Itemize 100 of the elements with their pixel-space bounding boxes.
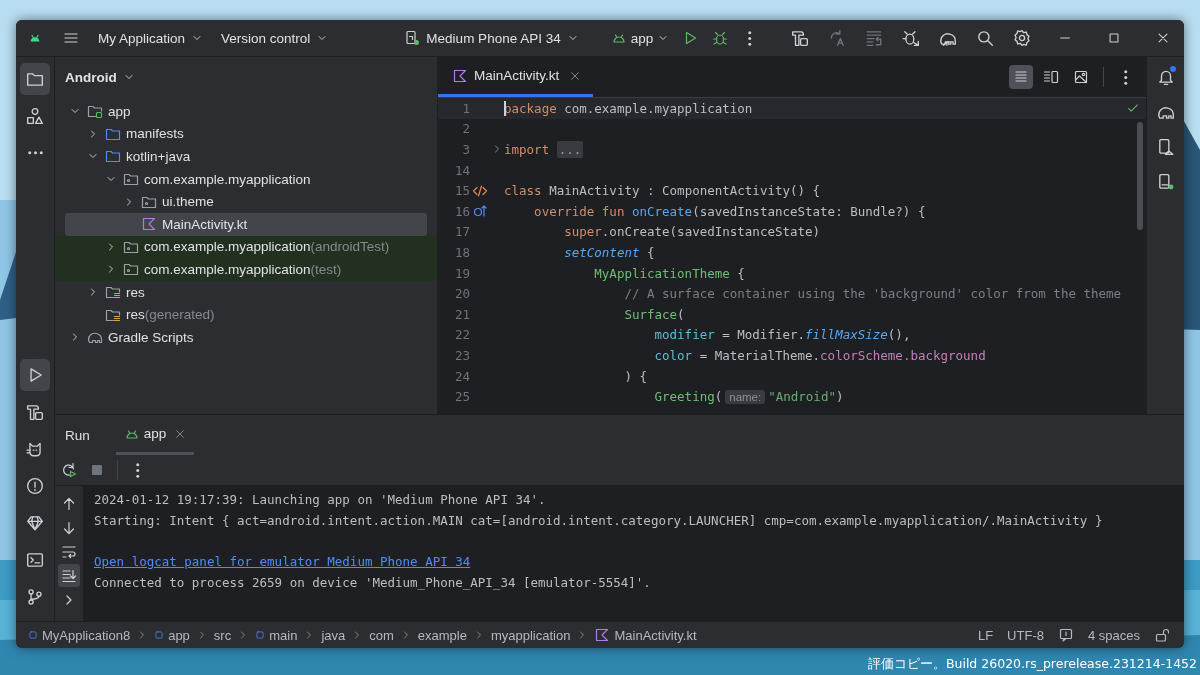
tree-item[interactable]: com.example.myapplication: [55, 167, 437, 191]
line-number: 20: [453, 286, 470, 302]
gem-icon: [26, 514, 44, 532]
package-icon: [123, 261, 139, 278]
kotlin-file-icon: [141, 216, 157, 233]
tree-item[interactable]: Gradle Scripts: [55, 325, 437, 349]
scrollbar[interactable]: [1137, 122, 1143, 230]
line-number: 15: [453, 183, 470, 199]
check-icon: [1126, 101, 1140, 115]
breadcrumb[interactable]: MyApplication8: [26, 627, 133, 643]
close-icon: [1156, 31, 1170, 45]
tree-item[interactable]: ui.theme: [55, 190, 437, 213]
line-number: 25: [453, 389, 470, 405]
module-folder-icon: [87, 103, 103, 120]
notification-badge: [1169, 66, 1176, 72]
more-icon: [748, 30, 752, 46]
run-configuration-menu[interactable]: app: [604, 24, 676, 52]
phone-icon: [404, 30, 421, 46]
phone-icon: [1156, 138, 1175, 156]
tree-item[interactable]: kotlin+java: [55, 145, 437, 168]
line-number: 22: [453, 327, 470, 343]
close-icon[interactable]: [174, 427, 187, 440]
cat-icon: [26, 440, 44, 458]
version-control-menu[interactable]: Version control: [215, 24, 335, 52]
line-number: 23: [453, 347, 470, 363]
split-view-icon: [1043, 69, 1059, 85]
module-icon: [154, 630, 165, 640]
tree-item[interactable]: manifests: [55, 122, 437, 146]
breadcrumb[interactable]: myapplication: [488, 627, 573, 643]
arrow-up-icon: [61, 495, 77, 512]
settings-icon: [1013, 29, 1031, 47]
tool-window-button[interactable]: [20, 63, 50, 95]
code-line: override fun onCreate(savedInstanceState: Bundle?) {: [533, 203, 926, 219]
device-menu[interactable]: Medium Phone API 34: [398, 24, 585, 52]
tree-item[interactable]: app: [55, 100, 437, 123]
git-branch-icon: [26, 588, 44, 606]
panel-title: Run: [65, 427, 90, 443]
logcat-link[interactable]: Open logcat panel for emulator Medium Phone API 34: [94, 554, 471, 570]
breadcrumb[interactable]: com: [367, 627, 396, 643]
breadcrumb[interactable]: src: [211, 627, 234, 643]
line-number: 14: [453, 162, 470, 178]
line-number: 2: [461, 121, 470, 137]
file-encoding[interactable]: UTF-8: [1007, 627, 1044, 643]
code-line: setContent {: [563, 244, 655, 260]
kotlin-file-icon: [594, 627, 611, 643]
line-number: 18: [453, 244, 470, 260]
breadcrumb[interactable]: example: [415, 627, 469, 643]
tree-item[interactable]: com.example.myapplication(androidTest): [55, 235, 437, 259]
console-tool-button[interactable]: [58, 564, 80, 587]
package-icon: [123, 171, 139, 188]
module-icon: [255, 630, 266, 640]
code-line: modifier = Modifier.fillMaxSize(),: [653, 327, 911, 343]
tree-item[interactable]: MainActivity.kt: [65, 212, 427, 236]
tree-item[interactable]: com.example.myapplication(test): [55, 258, 437, 281]
breadcrumb[interactable]: main: [253, 627, 300, 643]
maximize-icon: [1107, 31, 1121, 45]
line-number: 24: [453, 368, 470, 384]
bug-icon: [712, 30, 729, 46]
breadcrumb[interactable]: MainActivity.kt: [592, 627, 699, 643]
line-number: 19: [453, 265, 470, 281]
bell-icon: [1156, 68, 1175, 86]
code-line: Surface(: [623, 306, 685, 322]
terminal-icon: [26, 551, 44, 569]
hammer-icon: [26, 403, 44, 421]
close-icon[interactable]: [569, 69, 582, 82]
stop-icon: [89, 462, 105, 478]
search-icon: [976, 29, 994, 47]
project-menu[interactable]: My Application: [92, 24, 210, 52]
console-line: Connected to process 2659 on device 'Medium_Phone_API_34 [emulator-5554]'.: [94, 574, 651, 590]
scroll-to-end-icon: [61, 567, 77, 584]
more-icon: [136, 462, 140, 478]
tool-window-button[interactable]: [20, 359, 50, 391]
watermark-text: 評価コピー。Build 26020.rs_prerelease.231214-1452: [867, 656, 1197, 673]
folder-icon: [26, 70, 44, 88]
tree-item[interactable]: res: [55, 280, 437, 304]
line-number: 17: [453, 224, 470, 240]
apply-changes-icon: [828, 29, 846, 47]
markup-icon[interactable]: [472, 182, 488, 199]
line-number: 3: [461, 142, 470, 157]
rerun-icon: [61, 462, 77, 478]
code-line: MyApplicationTheme {: [593, 265, 745, 281]
shapes-icon: [26, 107, 44, 125]
breadcrumb[interactable]: app: [152, 627, 192, 643]
code-line: Greeting( name: "Android"): [653, 389, 844, 405]
indent-setting[interactable]: 4 spaces: [1087, 627, 1140, 643]
line-number: 16: [453, 203, 470, 219]
code-line: // A surface container using the 'background' color from the theme: [623, 286, 1122, 302]
project-view-menu[interactable]: Android: [55, 57, 135, 97]
arrow-down-icon: [61, 519, 77, 536]
lock-icon[interactable]: [1154, 627, 1170, 643]
tree-item[interactable]: res(generated): [55, 303, 437, 326]
code-line: color = MaterialTheme.colorScheme.background: [653, 347, 986, 363]
soft-wrap-icon: [61, 543, 77, 560]
breadcrumb[interactable]: java: [319, 627, 348, 643]
comment-icon[interactable]: [1057, 627, 1074, 643]
line-number: 21: [453, 306, 470, 322]
phone-icon: [1156, 173, 1175, 191]
kotlin-file-icon: [452, 67, 468, 84]
line-separator[interactable]: LF: [977, 627, 994, 643]
more-icon: [27, 151, 43, 155]
